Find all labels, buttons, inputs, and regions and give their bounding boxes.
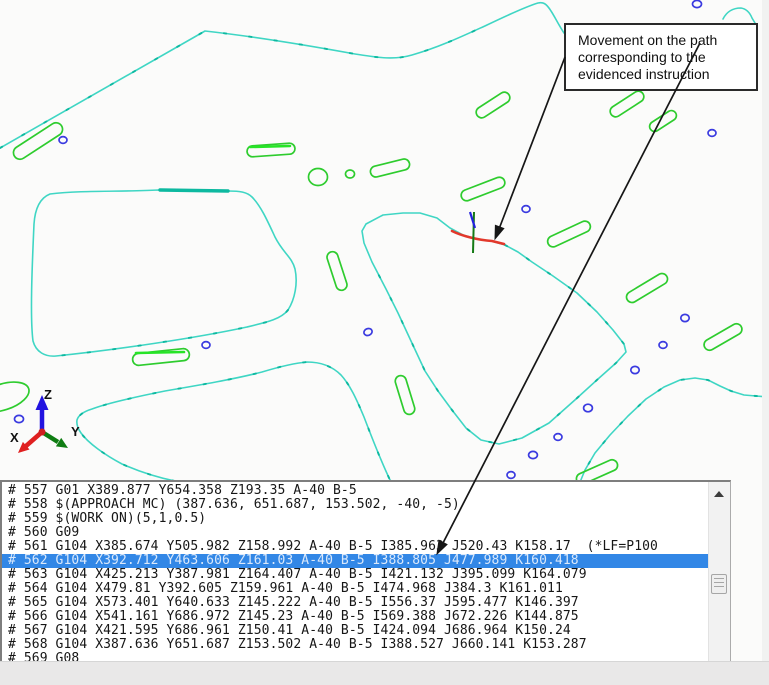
axis-label-y: Y: [71, 424, 80, 439]
scroll-up-icon[interactable]: [714, 491, 724, 497]
code-line[interactable]: # 568 G104 X387.636 Y651.687 Z153.502 A-…: [2, 638, 708, 652]
marker-z-line: [473, 212, 474, 253]
code-line[interactable]: # 561 G104 X385.674 Y505.982 Z158.992 A-…: [2, 540, 708, 554]
code-line[interactable]: # 557 G01 X389.877 Y654.358 Z193.35 A-40…: [2, 484, 708, 498]
code-line[interactable]: # 566 G104 X541.161 Y686.972 Z145.23 A-4…: [2, 610, 708, 624]
annotation-line: corresponding to the: [578, 49, 756, 66]
axis-triad: X Z Y: [10, 387, 80, 453]
annotation-line: evidenced instruction: [578, 66, 756, 83]
viewport-right-margin: [762, 0, 769, 661]
code-line[interactable]: # 559 $(WORK ON)(5,1,0.5): [2, 512, 708, 526]
slot-holes: [0, 89, 744, 486]
code-line[interactable]: # 563 G104 X425.213 Y387.981 Z164.407 A-…: [2, 568, 708, 582]
contour-peninsula: [362, 213, 626, 444]
bottom-margin: [0, 661, 769, 685]
axis-label-z: Z: [44, 387, 52, 402]
axis-label-x: X: [10, 430, 19, 445]
contour-hook: [723, 8, 755, 23]
code-line[interactable]: # 565 G104 X573.401 Y640.633 Z145.222 A-…: [2, 596, 708, 610]
gcode-listing: # 557 G01 X389.877 Y654.358 Z193.35 A-40…: [2, 484, 708, 661]
cam-simulation-window: X Z Y # 557 G01 X389.877 Y654.358 Z193.3…: [0, 0, 769, 685]
annotation-box: Movement on the path corresponding to th…: [564, 23, 758, 91]
vertical-scrollbar[interactable]: [708, 482, 730, 661]
contour-road-right: [578, 378, 769, 487]
annotation-line: Movement on the path: [578, 32, 756, 49]
code-line[interactable]: # 569 G08: [2, 652, 708, 661]
code-line-highlighted[interactable]: # 562 G104 X392.712 Y463.606 Z161.03 A-4…: [2, 554, 708, 568]
code-line[interactable]: # 564 G104 X479.81 Y392.605 Z159.961 A-4…: [2, 582, 708, 596]
contour-pocket-left: [31, 190, 296, 356]
code-line[interactable]: # 560 G09: [2, 526, 708, 540]
contour-top: [0, 3, 564, 148]
code-line[interactable]: # 567 G104 X421.595 Y686.961 Z150.41 A-4…: [2, 624, 708, 638]
gcode-listing-panel[interactable]: # 557 G01 X389.877 Y654.358 Z193.35 A-40…: [0, 480, 731, 661]
scrollbar-thumb[interactable]: [711, 574, 727, 594]
code-line[interactable]: # 558 $(APPROACH MC) (387.636, 651.687, …: [2, 498, 708, 512]
